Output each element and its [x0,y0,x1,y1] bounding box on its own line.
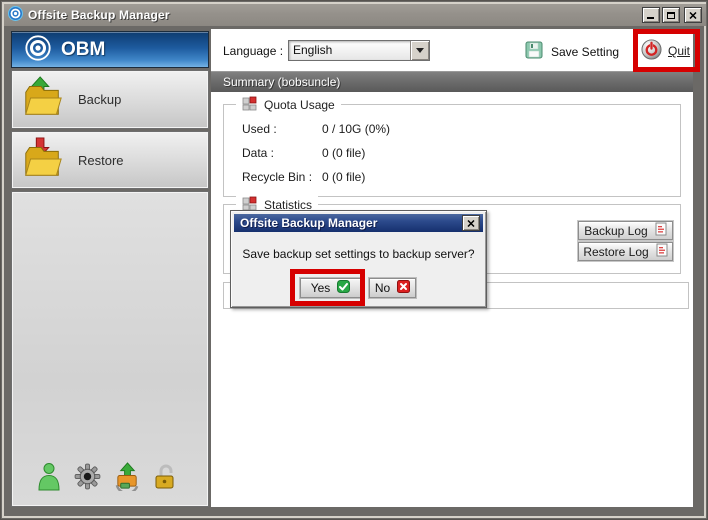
app-window: Offsite Backup Manager OBM [0,0,708,520]
close-button[interactable] [684,7,702,23]
quota-row-recycle-bin: Recycle Bin : 0 (0 file) [242,165,390,189]
quota-grid-icon [242,96,257,114]
yes-button[interactable]: Yes [300,278,361,298]
backup-log-button[interactable]: Backup Log [578,221,673,240]
sidebar-bottom-panel [11,191,209,507]
summary-header: Summary (bobsuncle) [211,71,693,92]
minimize-icon [647,12,655,19]
quota-row-value: 0 (0 file) [322,146,365,160]
document-icon [656,243,668,260]
quota-row-label: Recycle Bin : [242,170,322,184]
restore-log-button[interactable]: Restore Log [578,242,673,261]
backup-folder-icon [21,76,65,123]
quit-button[interactable]: Quit [641,39,690,63]
quota-row-label: Used : [242,122,322,136]
deploy-icon[interactable] [113,462,142,494]
app-logo-icon [8,6,23,24]
confirm-dialog: Offsite Backup Manager Save backup set s… [230,210,487,308]
save-setting-button[interactable]: Save Setting [525,41,619,62]
quota-row-data: Data : 0 (0 file) [242,141,390,165]
quota-row-used: Used : 0 / 10G (0%) [242,117,390,141]
restore-folder-icon [21,137,65,184]
quit-label: Quit [668,44,690,58]
window-title: Offsite Backup Manager [28,8,170,22]
maximize-button[interactable] [662,7,680,23]
restore-log-label: Restore Log [583,245,648,259]
quota-usage-fieldset: Quota Usage Used : 0 / 10G (0%) Data : 0… [223,104,681,197]
save-setting-label: Save Setting [551,45,619,59]
backup-log-label: Backup Log [584,224,647,238]
no-button[interactable]: No [369,278,416,298]
no-button-label: No [375,281,390,295]
check-icon [337,280,350,296]
chevron-down-icon [416,48,424,53]
document-icon [655,222,667,239]
dialog-title-bar[interactable]: Offsite Backup Manager [234,214,483,232]
quota-row-value: 0 (0 file) [322,170,365,184]
floppy-disk-icon [525,41,543,62]
sidebar-item-label: Restore [78,153,124,168]
sidebar-item-label: Backup [78,92,121,107]
language-label: Language : [223,44,283,58]
yes-button-label: Yes [311,281,331,295]
sidebar-item-restore[interactable]: Restore [11,131,209,189]
quota-row-label: Data : [242,146,322,160]
dialog-close-button[interactable] [462,215,480,231]
close-icon [689,12,697,19]
maximize-icon [667,12,675,19]
gear-icon[interactable] [73,462,102,494]
dropdown-arrow-button[interactable] [410,41,429,60]
sidebar-item-backup[interactable]: Backup [11,70,209,129]
dialog-title: Offsite Backup Manager [240,216,377,230]
obm-header-panel: OBM [11,31,209,68]
close-icon [467,220,475,227]
minimize-button[interactable] [642,7,660,23]
summary-header-text: Summary (bobsuncle) [223,75,340,89]
language-select[interactable]: English [288,40,430,61]
cross-icon [397,280,410,296]
power-icon [641,39,662,63]
obm-logo-icon [24,34,52,65]
user-icon[interactable] [36,462,62,494]
padlock-icon[interactable] [153,463,177,494]
quota-row-value: 0 / 10G (0%) [322,122,390,136]
quota-usage-legend-text: Quota Usage [264,98,335,112]
language-selected-value: English [289,41,410,60]
quota-usage-legend: Quota Usage [236,96,341,114]
dialog-message: Save backup set settings to backup serve… [231,247,486,261]
obm-logo-text: OBM [61,39,105,61]
title-bar[interactable]: Offsite Backup Manager [4,4,706,26]
